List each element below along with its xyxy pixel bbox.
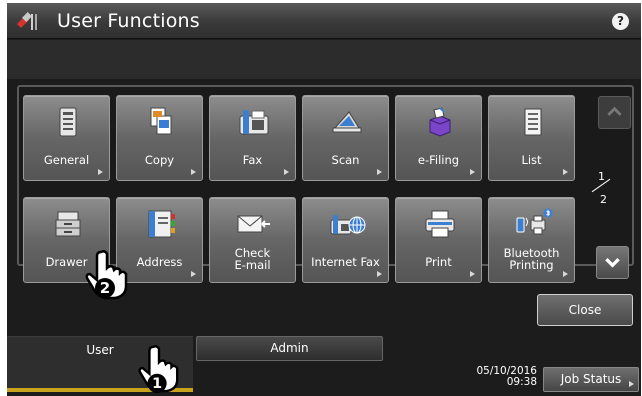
step-1-label: 1 xyxy=(152,376,162,392)
copy-icon xyxy=(150,107,172,135)
e-filing-icon xyxy=(429,107,451,137)
internet-fax-button[interactable]: Internet Fax xyxy=(302,197,389,283)
e-filing-label: e-Filing xyxy=(417,153,460,167)
internet-fax-icon xyxy=(330,215,366,235)
datetime: 05/10/2016 09:38 xyxy=(447,366,537,388)
general-button[interactable]: General xyxy=(23,95,110,181)
scroll-up-button[interactable] xyxy=(598,96,631,129)
user-functions-icon xyxy=(17,12,37,30)
chevron-right-icon xyxy=(377,271,382,277)
list-icon xyxy=(524,108,542,136)
bluetooth-printing-label: Bluetooth Printing xyxy=(503,246,560,272)
time-text: 09:38 xyxy=(506,376,537,388)
chevron-down-icon xyxy=(605,258,620,268)
chevron-right-icon xyxy=(470,271,475,277)
scroll-down-button[interactable] xyxy=(596,246,629,279)
pointer-hand-icon: 1 xyxy=(138,345,179,393)
page-title: User Functions xyxy=(57,10,200,32)
info-strip xyxy=(7,40,641,79)
close-button[interactable]: Close xyxy=(537,294,633,326)
job-status-label: Job Status xyxy=(560,372,622,386)
scan-label: Scan xyxy=(331,153,360,167)
scan-icon xyxy=(332,111,362,133)
chevron-right-icon xyxy=(191,169,196,175)
general-label: General xyxy=(43,153,90,167)
fax-button[interactable]: Fax xyxy=(209,95,296,181)
copy-label: Copy xyxy=(144,153,175,167)
check-email-icon xyxy=(237,215,270,233)
user-functions-screen: User Functions ? General Copy Fax Scan e… xyxy=(7,3,641,396)
page-total: 2 xyxy=(600,193,607,206)
tab-admin[interactable]: Admin xyxy=(196,336,383,361)
step-2-label: 2 xyxy=(100,279,110,297)
list-button[interactable]: List xyxy=(488,95,575,181)
print-button[interactable]: Print xyxy=(395,197,482,283)
scan-button[interactable]: Scan xyxy=(302,95,389,181)
print-label: Print xyxy=(425,255,452,269)
chevron-right-icon xyxy=(563,169,568,175)
list-label: List xyxy=(521,153,542,167)
chevron-up-icon xyxy=(607,106,622,116)
bluetooth-printing-icon xyxy=(516,208,553,235)
fax-icon xyxy=(239,110,269,135)
title-bar: User Functions ? xyxy=(7,3,641,39)
help-button[interactable]: ? xyxy=(612,13,629,30)
function-panel: General Copy Fax Scan e-Filing List Draw… xyxy=(17,85,634,283)
chevron-right-icon xyxy=(377,169,382,175)
address-book-icon xyxy=(148,210,175,238)
copy-button[interactable]: Copy xyxy=(116,95,203,181)
pointer-hand-icon: 2 xyxy=(85,250,128,300)
fax-label: Fax xyxy=(242,153,263,167)
page-current: 1 xyxy=(598,170,605,183)
general-settings-icon xyxy=(59,107,77,137)
chevron-right-icon xyxy=(284,169,289,175)
job-status-button[interactable]: Job Status xyxy=(543,367,639,392)
chevron-right-icon xyxy=(563,271,568,277)
bluetooth-printing-button[interactable]: Bluetooth Printing xyxy=(488,197,575,283)
page-indicator: 1 2 xyxy=(588,170,618,225)
chevron-right-icon xyxy=(470,169,475,175)
chevron-right-icon xyxy=(98,169,103,175)
chevron-right-icon xyxy=(191,271,196,277)
internet-fax-label: Internet Fax xyxy=(311,255,380,269)
check-email-button[interactable]: Check E-mail xyxy=(209,197,296,283)
check-email-label: Check E-mail xyxy=(234,246,271,272)
print-icon xyxy=(425,210,455,238)
e-filing-button[interactable]: e-Filing xyxy=(395,95,482,181)
drawer-icon xyxy=(55,211,81,237)
chevron-right-icon xyxy=(629,381,634,387)
